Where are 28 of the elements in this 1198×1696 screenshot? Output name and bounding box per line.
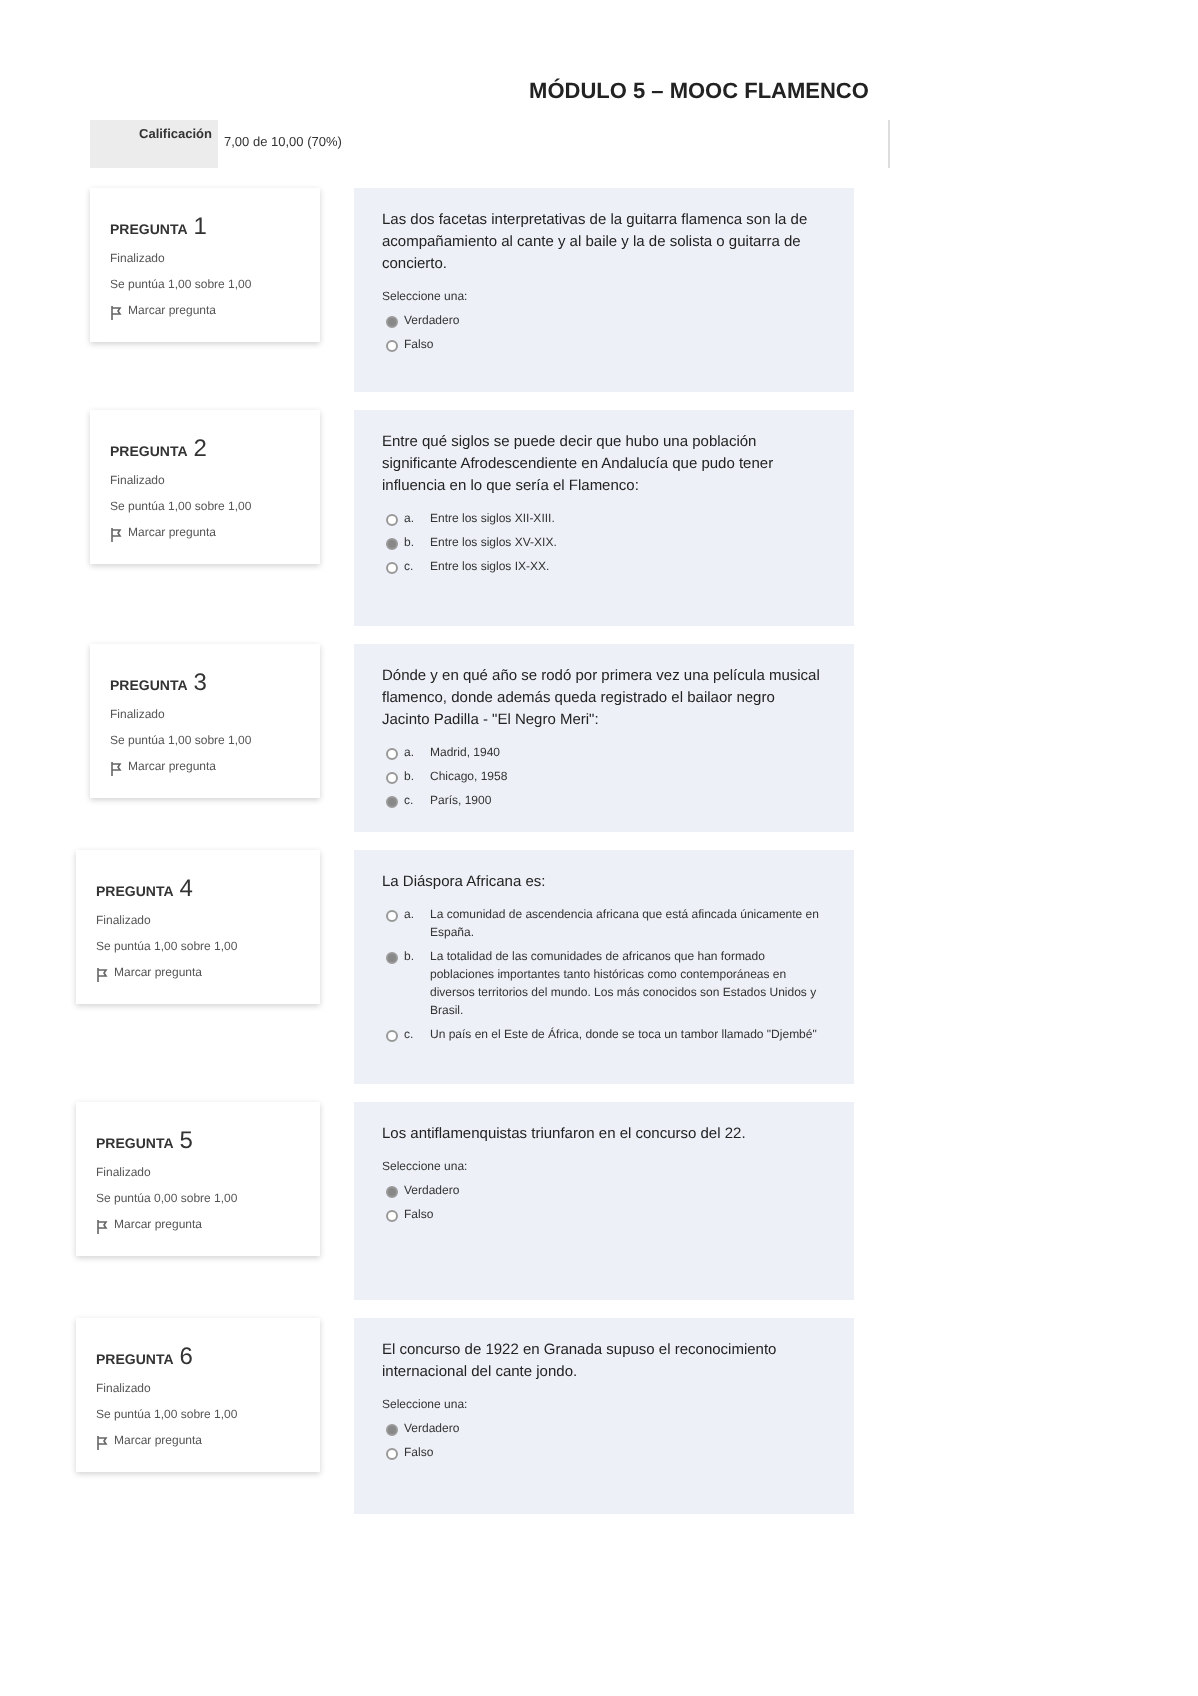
radio-button[interactable] bbox=[386, 1185, 398, 1197]
question-number: 5 bbox=[179, 1123, 193, 1157]
question-number: 4 bbox=[179, 871, 193, 905]
flag-icon bbox=[110, 761, 122, 775]
radio-button[interactable] bbox=[386, 951, 398, 963]
flag-icon bbox=[110, 305, 122, 319]
radio-button[interactable] bbox=[386, 795, 398, 807]
radio-button[interactable] bbox=[386, 537, 398, 549]
flag-icon bbox=[96, 1219, 108, 1233]
radio-button[interactable] bbox=[386, 513, 398, 525]
radio-button[interactable] bbox=[386, 315, 398, 327]
radio-button[interactable] bbox=[386, 1423, 398, 1435]
flag-icon bbox=[96, 1435, 108, 1449]
radio-button[interactable] bbox=[386, 1029, 398, 1041]
radio-button[interactable] bbox=[386, 909, 398, 921]
radio-button[interactable] bbox=[386, 339, 398, 351]
radio-button[interactable] bbox=[386, 747, 398, 759]
question-number: 1 bbox=[193, 209, 207, 243]
question-number: 2 bbox=[193, 431, 207, 465]
flag-icon bbox=[96, 967, 108, 981]
radio-button[interactable] bbox=[386, 1209, 398, 1221]
question-number: 6 bbox=[179, 1339, 193, 1373]
radio-button[interactable] bbox=[386, 1447, 398, 1459]
flag-icon bbox=[110, 527, 122, 541]
page-title: MÓDULO 5 – MOOC FLAMENCO bbox=[527, 76, 871, 108]
question-number: 3 bbox=[193, 665, 207, 699]
radio-button[interactable] bbox=[386, 561, 398, 573]
radio-button[interactable] bbox=[386, 771, 398, 783]
